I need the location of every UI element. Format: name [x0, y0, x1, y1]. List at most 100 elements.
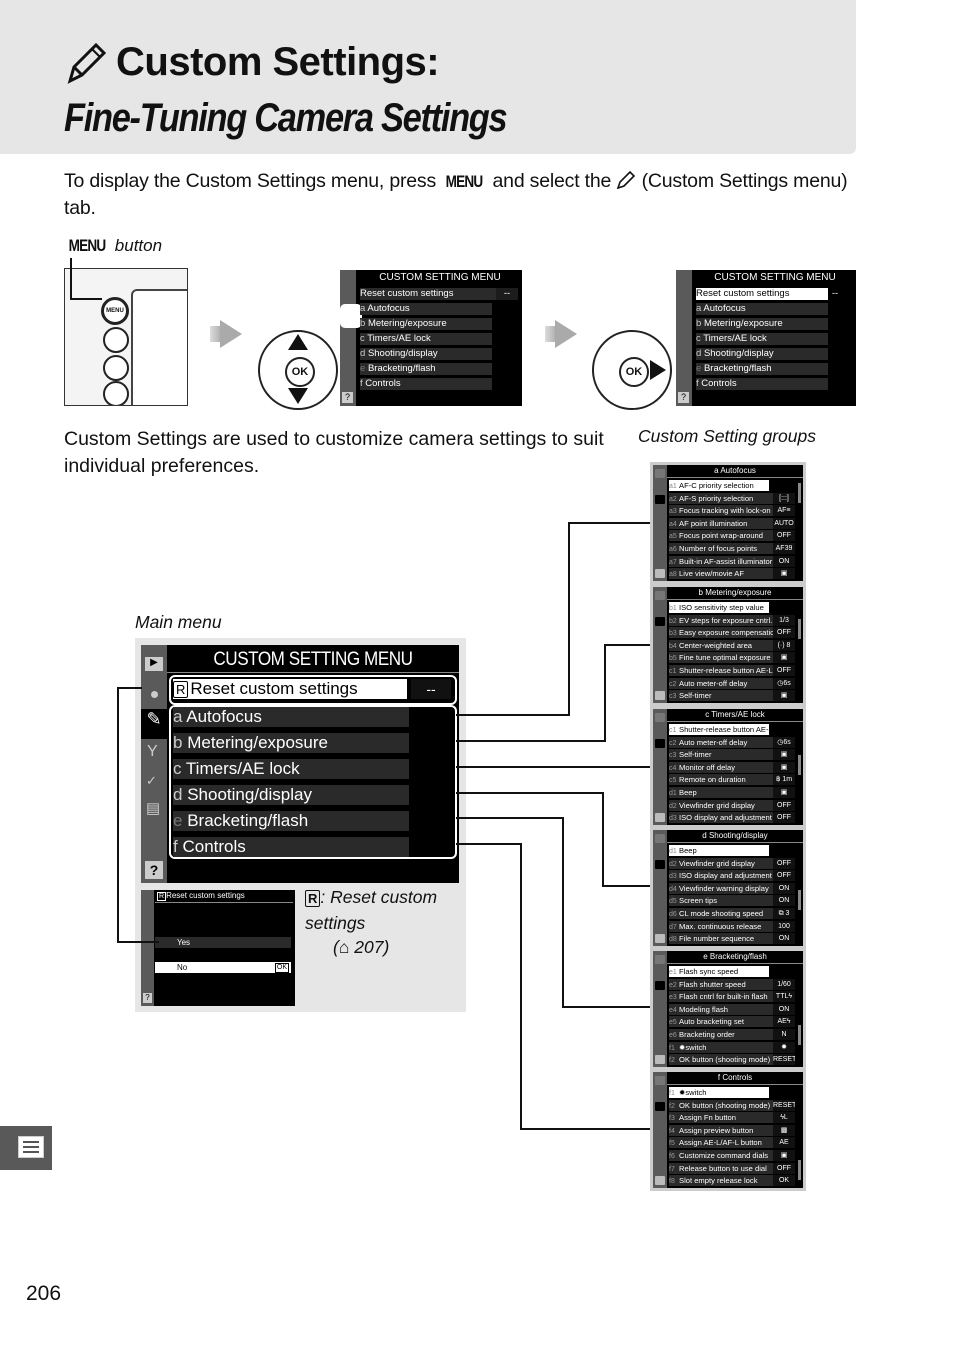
item-value: -- — [496, 288, 518, 300]
setting-row[interactable]: d5 Screen tips ON — [669, 895, 795, 907]
page-reference-link[interactable]: (⌂ 207) — [305, 937, 389, 957]
setting-row[interactable]: f6 Customize command dials ▣ — [669, 1150, 795, 1161]
scrollbar[interactable] — [798, 1160, 801, 1180]
setting-row[interactable]: e1Flash sync speed1/250 — [669, 966, 769, 977]
setting-row[interactable]: b5 Fine tune optimal exposure ▣ — [669, 652, 795, 664]
menu-item-c[interactable]: c Timers/AE lock — [173, 759, 409, 779]
setting-row[interactable]: d3 ISO display and adjustment OFF — [669, 812, 795, 824]
setting-row[interactable]: c1Shutter-release button AE-LOFF — [669, 665, 795, 676]
qual-button[interactable] — [103, 381, 129, 405]
custom-settings-tab-highlight[interactable] — [340, 304, 362, 328]
setup-tab-icon[interactable]: Y — [147, 743, 158, 761]
option-yes[interactable]: Yes — [155, 937, 291, 948]
ok-button[interactable]: OK — [285, 357, 315, 387]
item-label: Autofocus — [186, 707, 262, 726]
setting-row[interactable]: d3 ISO display and adjustment OFF — [669, 870, 795, 882]
menu-item-e[interactable]: e Bracketing/flash — [360, 363, 492, 375]
menu-item-f[interactable]: f Controls — [173, 837, 409, 857]
setting-row[interactable]: c3 Self-timer ▣ — [669, 690, 795, 702]
setting-row[interactable]: f2 OK button (shooting mode) RESET — [669, 1099, 795, 1111]
menu-item-b[interactable]: b Metering/exposure — [360, 318, 492, 330]
ok-button[interactable]: OK — [619, 357, 649, 387]
menu-item-b[interactable]: b Metering/exposure — [696, 318, 828, 330]
setting-row[interactable]: d2 Viewfinder grid display OFF — [669, 857, 795, 869]
setting-row[interactable]: d2 Viewfinder grid display OFF — [669, 799, 795, 811]
item-label: Autofocus — [703, 303, 746, 314]
setting-row[interactable]: e4 Modeling flash ON — [669, 1003, 795, 1015]
scrollbar[interactable] — [798, 755, 801, 775]
menu-item-c[interactable]: c Timers/AE lock — [696, 333, 828, 345]
setting-row[interactable]: d6 CL mode shooting speed ⧉ 3 — [669, 908, 795, 919]
setting-row[interactable]: f7 Release button to use dial OFF — [669, 1162, 795, 1174]
menu-hardware-button[interactable]: MENU — [101, 297, 129, 325]
menu-item-b[interactable]: b Metering/exposure — [173, 733, 409, 753]
menu-tab-bar — [653, 951, 667, 1067]
setting-row[interactable]: c1Shutter-release button AE-LOFF — [669, 724, 769, 735]
retouch-tab-icon[interactable]: ✓ — [146, 773, 157, 789]
setting-row[interactable]: c2 Auto meter-off delay ◷6s — [669, 677, 795, 689]
setting-row[interactable]: a7 Built-in AF-assist illuminator ON — [669, 555, 795, 567]
setting-row[interactable]: a5 Focus point wrap-around OFF — [669, 530, 795, 542]
menu-item-a[interactable]: a Autofocus — [173, 707, 409, 727]
setting-label: Live view/movie AF — [679, 569, 744, 579]
setting-row[interactable]: e3 Flash cntrl for built-in flash TTLϟ — [669, 991, 795, 1003]
setting-row[interactable]: d1Beep▣ — [669, 845, 769, 856]
setting-row[interactable]: f1✹switch✹ — [669, 1087, 769, 1098]
setting-row[interactable]: d1Beep▣ — [669, 787, 795, 798]
menu-tab-bar — [653, 465, 667, 581]
multi-selector[interactable]: OK — [592, 330, 672, 410]
setting-row[interactable]: b3 Easy exposure compensation OFF — [669, 627, 795, 639]
setting-row[interactable]: b1ISO sensitivity step value1/3 — [669, 602, 769, 613]
setting-row[interactable]: a2 AF-S priority selection [:::] — [669, 492, 795, 504]
setting-row[interactable]: c4 Monitor off delay ▣ — [669, 761, 795, 773]
setting-row[interactable]: b2 EV steps for exposure cntrl. 1/3 — [669, 614, 795, 626]
menu-item-a[interactable]: a Autofocus — [696, 303, 828, 315]
setting-row[interactable]: a8 Live view/movie AF ▣ — [669, 568, 795, 580]
setting-row[interactable]: b4 Center-weighted area (·) 8 — [669, 639, 795, 651]
setting-row[interactable]: a1AF-C priority selection◎ — [669, 480, 769, 491]
setting-row[interactable]: c5 Remote on duration ฿ 1m — [669, 774, 795, 786]
scrollbar[interactable] — [798, 1025, 801, 1045]
setting-row[interactable]: a4 AF point illumination AUTO — [669, 517, 795, 529]
scrollbar[interactable] — [798, 890, 801, 910]
multi-selector[interactable]: OK — [258, 330, 338, 410]
help-protect-button[interactable] — [103, 327, 129, 353]
setting-row[interactable]: f1✹switch✹ — [669, 1041, 795, 1053]
setting-row[interactable]: c2 Auto meter-off delay ◷6s — [669, 736, 795, 748]
menu-item-c[interactable]: c Timers/AE lock — [360, 333, 492, 345]
shooting-tab-icon[interactable] — [151, 691, 158, 698]
menu-item-d[interactable]: d Shooting/display — [173, 785, 409, 805]
scrollbar[interactable] — [798, 619, 801, 639]
setting-row[interactable]: d8 File number sequence ON — [669, 933, 795, 945]
my-menu-tab-icon[interactable]: ▤ — [146, 799, 160, 817]
setting-row[interactable]: d7 Max. continuous release 100 — [669, 920, 795, 932]
menu-item-d[interactable]: d Shooting/display — [360, 348, 492, 360]
setting-row[interactable]: e5 Auto bracketing set AEϟ — [669, 1016, 795, 1028]
menu-item-f[interactable]: f Controls — [696, 378, 828, 390]
setting-row[interactable]: f4 Assign preview button ▩ — [669, 1124, 795, 1136]
custom-settings-tab-icon[interactable]: ✎ — [141, 709, 167, 739]
menu-item-e[interactable]: e Bracketing/flash — [173, 811, 409, 831]
setting-row[interactable]: f5 Assign AE-L/AF-L button AE — [669, 1137, 795, 1149]
setting-row[interactable]: f2 OK button (shooting mode) RESET — [669, 1054, 795, 1066]
menu-item-e[interactable]: e Bracketing/flash — [696, 363, 828, 375]
setting-row[interactable]: a6 Number of focus points AF39 — [669, 543, 795, 554]
setting-row[interactable]: d4 Viewfinder warning display ON — [669, 882, 795, 894]
menu-item-a[interactable]: a Autofocus — [360, 303, 492, 315]
iso-button[interactable] — [103, 355, 129, 381]
menu-item-reset[interactable]: Reset custom settings -- — [360, 288, 518, 300]
menu-item-reset[interactable]: Reset custom settings — [696, 288, 828, 300]
playback-tab-icon[interactable]: ▶ — [145, 657, 163, 671]
setting-row[interactable]: f3 Assign Fn button ϟL — [669, 1112, 795, 1124]
reset-dialog-screen: R Reset custom settings Yes No OK ? — [141, 890, 295, 1006]
setting-row[interactable]: a3 Focus tracking with lock-on AF≡ — [669, 505, 795, 517]
setting-row[interactable]: c3 Self-timer ▣ — [669, 749, 795, 761]
section-tab[interactable] — [0, 1126, 52, 1170]
menu-item-f[interactable]: f Controls — [360, 378, 492, 390]
setting-row[interactable]: f8 Slot empty release lock OK — [669, 1175, 795, 1187]
option-no[interactable]: No OK — [155, 962, 291, 973]
menu-item-d[interactable]: d Shooting/display — [696, 348, 828, 360]
setting-row[interactable]: e2 Flash shutter speed 1/60 — [669, 978, 795, 990]
scrollbar[interactable] — [798, 483, 801, 503]
setting-row[interactable]: e6 Bracketing order N — [669, 1029, 795, 1040]
